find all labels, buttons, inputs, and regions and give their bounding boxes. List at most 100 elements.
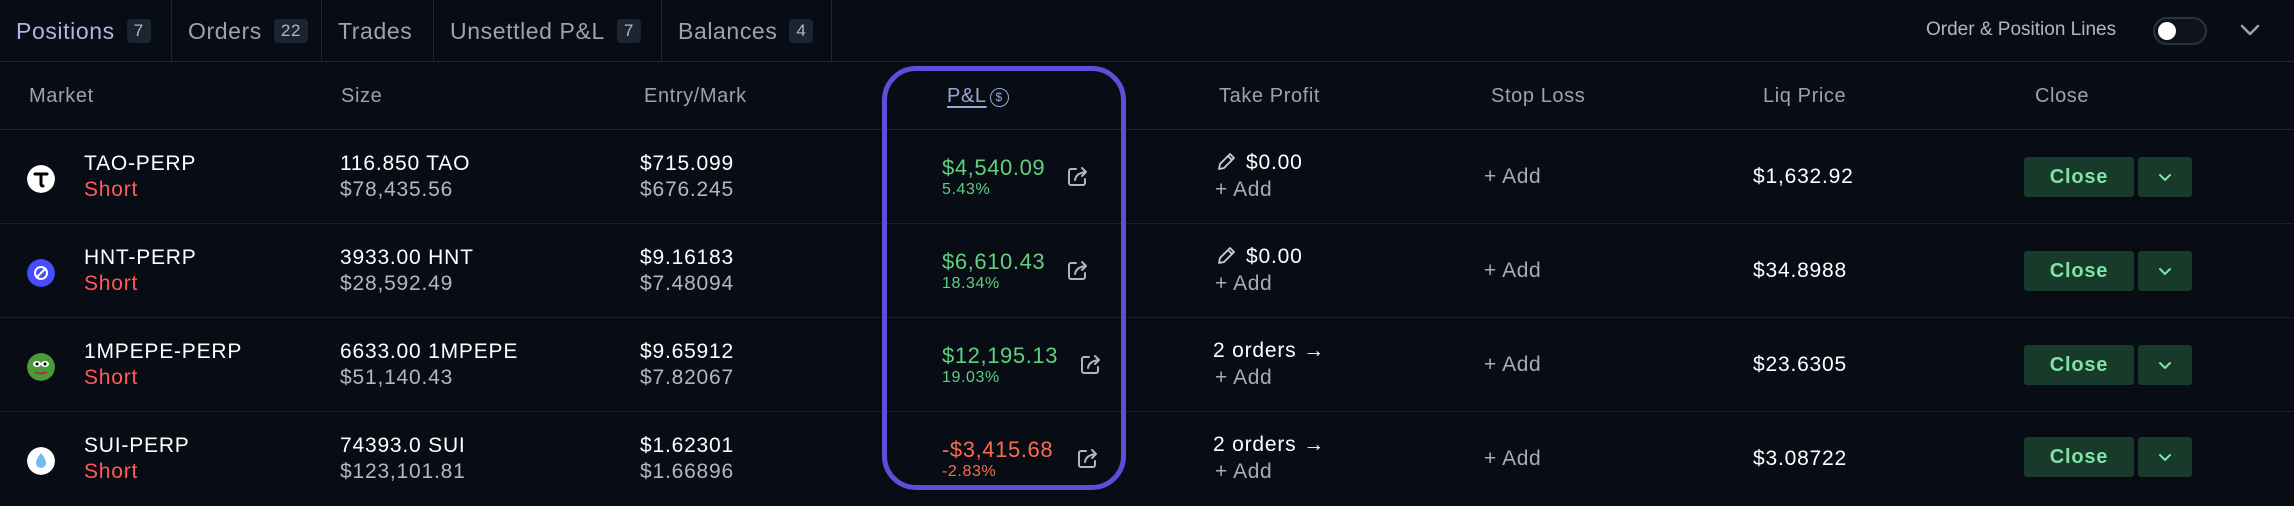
- order-position-lines-toggle[interactable]: [2153, 17, 2207, 45]
- column-header-entry-mark[interactable]: Entry/Mark: [644, 85, 747, 108]
- tab-label: Balances: [678, 17, 778, 44]
- liq-price: $3.08722: [1753, 447, 1847, 470]
- tab-orders[interactable]: Orders 22: [172, 0, 322, 62]
- hnt-token-icon: [27, 259, 55, 287]
- column-header-liq-price[interactable]: Liq Price: [1763, 85, 1846, 108]
- tao-token-icon: [27, 165, 55, 193]
- pnl-value: -$3,415.68: [942, 437, 1054, 462]
- pnl-percent: 5.43%: [942, 181, 991, 198]
- position-notional: $78,435.56: [340, 178, 454, 201]
- pnl-value: $6,610.43: [942, 249, 1046, 274]
- pnl-value: $4,540.09: [942, 155, 1046, 180]
- tab-label: Trades: [338, 17, 413, 44]
- share-icon[interactable]: [1065, 163, 1091, 189]
- share-icon[interactable]: [1065, 257, 1091, 283]
- position-side: Short: [84, 366, 139, 389]
- close-options-dropdown[interactable]: [2138, 345, 2192, 385]
- position-notional: $28,592.49: [340, 272, 454, 295]
- pencil-icon[interactable]: [1215, 245, 1237, 267]
- pnl-percent: 19.03%: [942, 369, 1000, 386]
- toggle-knob: [2158, 22, 2176, 40]
- entry-price: $1.62301: [640, 434, 734, 457]
- pnl-header-label: P&L: [947, 85, 987, 107]
- chevron-down-icon: [2159, 268, 2171, 275]
- pnl-value: $12,195.13: [942, 343, 1059, 368]
- position-size: 116.850 TAO: [340, 152, 471, 175]
- position-size: 6633.00 1MPEPE: [340, 340, 519, 363]
- position-side: Short: [84, 272, 139, 295]
- table-row: HNT-PERP Short 3933.00 HNT $28,592.49 $9…: [0, 224, 2294, 318]
- order-position-lines-label: Order & Position Lines: [1926, 19, 2117, 40]
- tab-count-badge: 7: [126, 19, 151, 43]
- tab-count-badge: 4: [789, 19, 814, 43]
- tab-label: Unsettled P&L: [450, 17, 605, 44]
- add-stop-loss-button[interactable]: + Add: [1484, 165, 1541, 189]
- chevron-down-icon: [2159, 454, 2171, 461]
- add-stop-loss-button[interactable]: + Add: [1484, 353, 1541, 377]
- liq-price: $34.8988: [1753, 259, 1847, 282]
- tab-label: Positions: [16, 17, 115, 44]
- liq-price: $23.6305: [1753, 353, 1847, 376]
- share-icon[interactable]: [1075, 445, 1101, 471]
- take-profit-value[interactable]: $0.00: [1246, 245, 1303, 269]
- column-header-close: Close: [2035, 85, 2090, 107]
- tab-balances[interactable]: Balances 4: [662, 0, 832, 62]
- close-position-button[interactable]: Close: [2024, 251, 2134, 291]
- add-take-profit-button[interactable]: + Add: [1215, 366, 1272, 390]
- mark-price: $676.245: [640, 178, 734, 201]
- add-stop-loss-button[interactable]: + Add: [1484, 447, 1541, 471]
- position-notional: $123,101.81: [340, 460, 466, 483]
- column-header-pnl[interactable]: P&L $: [947, 85, 1009, 108]
- position-size: 74393.0 SUI: [340, 434, 466, 457]
- chevron-down-icon: [2159, 362, 2171, 369]
- add-stop-loss-button[interactable]: + Add: [1484, 259, 1541, 283]
- close-options-dropdown[interactable]: [2138, 251, 2192, 291]
- table-row: 1MPEPE-PERP Short 6633.00 1MPEPE $51,140…: [0, 318, 2294, 412]
- column-header-size[interactable]: Size: [341, 85, 382, 108]
- add-take-profit-button[interactable]: + Add: [1215, 460, 1272, 484]
- mark-price: $1.66896: [640, 460, 734, 483]
- market-name[interactable]: 1MPEPE-PERP: [84, 340, 242, 364]
- tab-count-badge: 7: [616, 19, 641, 43]
- tab-count-badge: 22: [273, 19, 309, 43]
- table-row: TAO-PERP Short 116.850 TAO $78,435.56 $7…: [0, 130, 2294, 224]
- entry-price: $715.099: [640, 152, 734, 175]
- tab-unsettled-pnl[interactable]: Unsettled P&L 7: [434, 0, 662, 62]
- chevron-down-icon[interactable]: [2236, 16, 2264, 44]
- close-position-button[interactable]: Close: [2024, 345, 2134, 385]
- add-take-profit-button[interactable]: + Add: [1215, 178, 1272, 202]
- mark-price: $7.82067: [640, 366, 734, 389]
- chevron-down-icon: [2159, 174, 2171, 181]
- entry-price: $9.65912: [640, 340, 734, 363]
- dollar-circle-icon[interactable]: $: [989, 88, 1009, 107]
- take-profit-orders-link[interactable]: 2 orders →: [1213, 339, 1325, 363]
- market-name[interactable]: SUI-PERP: [84, 434, 190, 458]
- positions-tab-bar: Positions 7 Orders 22 Trades Unsettled P…: [0, 0, 2294, 62]
- column-header-take-profit[interactable]: Take Profit: [1219, 85, 1320, 108]
- close-options-dropdown[interactable]: [2138, 437, 2192, 477]
- pencil-icon[interactable]: [1215, 151, 1237, 173]
- tab-trades[interactable]: Trades: [322, 0, 434, 62]
- mark-price: $7.48094: [640, 272, 734, 295]
- pnl-percent: -2.83%: [942, 463, 997, 480]
- tab-positions[interactable]: Positions 7: [0, 0, 172, 62]
- table-row: SUI-PERP Short 74393.0 SUI $123,101.81 $…: [0, 412, 2294, 506]
- take-profit-value[interactable]: $0.00: [1246, 151, 1303, 175]
- tab-label: Orders: [188, 17, 262, 44]
- column-header-market[interactable]: Market: [29, 85, 94, 108]
- position-size: 3933.00 HNT: [340, 246, 474, 269]
- liq-price: $1,632.92: [1753, 165, 1854, 188]
- close-options-dropdown[interactable]: [2138, 157, 2192, 197]
- close-position-button[interactable]: Close: [2024, 437, 2134, 477]
- position-side: Short: [84, 178, 139, 201]
- market-name[interactable]: TAO-PERP: [84, 152, 196, 176]
- column-header-stop-loss[interactable]: Stop Loss: [1491, 85, 1585, 108]
- share-icon[interactable]: [1078, 351, 1104, 377]
- positions-table-header: Market Size Entry/Mark P&L $ Take Profit …: [0, 62, 2294, 130]
- pnl-percent: 18.34%: [942, 275, 1000, 292]
- add-take-profit-button[interactable]: + Add: [1215, 272, 1272, 296]
- position-side: Short: [84, 460, 139, 483]
- market-name[interactable]: HNT-PERP: [84, 246, 197, 270]
- take-profit-orders-link[interactable]: 2 orders →: [1213, 433, 1325, 457]
- close-position-button[interactable]: Close: [2024, 157, 2134, 197]
